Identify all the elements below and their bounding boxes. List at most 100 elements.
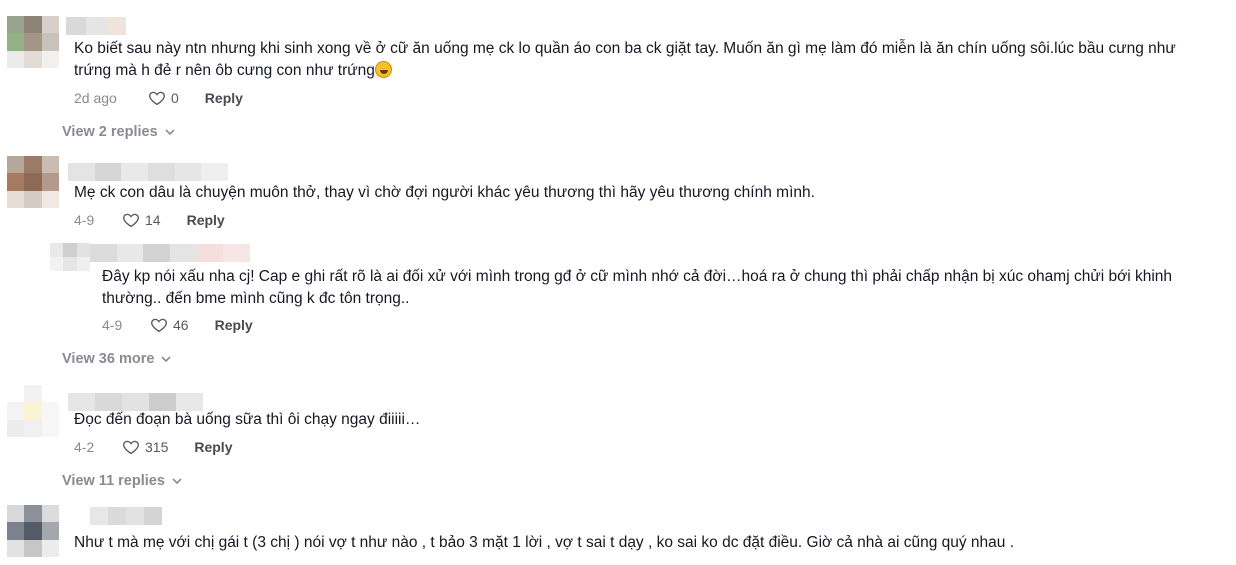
avatar-pixel [41,539,59,557]
username-pixel [148,163,175,181]
username-pixel [108,507,126,525]
avatar-pixel [7,522,25,540]
reply-button[interactable]: Reply [205,90,243,106]
heart-icon [123,440,139,455]
avatar-pixel [24,190,42,208]
like-count: 0 [171,90,179,106]
avatar-pixel [24,385,42,403]
view-replies-button[interactable]: View 11 replies [62,473,183,489]
heart-icon [149,91,165,106]
comment-meta: 2d ago 0 Reply [74,88,243,108]
chevron-down-icon [172,478,182,485]
username-blurred[interactable] [66,17,126,35]
username-pixel [86,17,106,35]
chevron-down-icon [165,129,175,136]
comment-text: Ko biết sau này ntn nhưng khi sinh xong … [74,40,1176,79]
avatar-pixel [24,173,42,191]
username-pixel [144,507,162,525]
avatar-pixel [41,16,59,34]
avatar-pixel [41,402,59,420]
username-pixel [223,244,251,262]
comment-meta: 4-2 315 Reply [74,437,232,457]
avatar[interactable] [50,243,90,271]
username-pixel [116,244,144,262]
avatar-pixel [76,243,90,257]
username-pixel [94,163,122,181]
avatar-pixel [24,156,42,174]
username-blurred[interactable] [68,163,229,181]
avatar-pixel [50,243,64,257]
avatar-pixel [7,33,25,51]
username-blurred[interactable] [90,507,162,525]
username-pixel [66,17,86,35]
avatar-pixel [7,190,25,208]
avatar-pixel [7,16,25,34]
username-pixel [90,507,108,525]
like-button[interactable]: 0 [148,89,179,107]
avatar-pixel [24,505,42,523]
view-replies-label: View 36 more [62,351,155,367]
username-pixel [90,244,117,262]
avatar-pixel [24,16,42,34]
avatar-pixel [7,505,25,523]
avatar-pixel [63,257,77,271]
avatar-pixel [24,539,42,557]
reply-button[interactable]: Reply [215,317,253,333]
like-button[interactable]: 315 [122,438,168,456]
username-pixel [68,163,95,181]
view-more-replies-button[interactable]: View 36 more [62,351,172,367]
view-replies-button[interactable]: View 2 replies [62,124,176,140]
heart-icon [151,318,167,333]
like-button[interactable]: 14 [122,211,161,229]
avatar-pixel [24,522,42,540]
avatar-pixel [41,33,59,51]
avatar-pixel [41,190,59,208]
avatar[interactable] [7,16,59,68]
reply-button[interactable]: Reply [187,212,225,228]
username-pixel [201,163,229,181]
avatar-pixel [41,50,59,68]
reply-button[interactable]: Reply [194,439,232,455]
avatar-pixel [76,257,90,271]
avatar-pixel [41,419,59,437]
username-blurred[interactable] [90,244,251,262]
avatar-pixel [24,33,42,51]
avatar-pixel [7,156,25,174]
avatar-pixel [63,243,77,257]
avatar-pixel [7,539,25,557]
username-pixel [121,163,149,181]
comment-text: Đây kp nói xấu nha cj! Cap e ghi rất rõ … [102,268,1173,307]
avatar-pixel [24,50,42,68]
avatar-pixel [7,402,25,420]
comment-date: 4-9 [102,317,123,333]
view-replies-label: View 11 replies [62,473,165,489]
like-button[interactable]: 46 [150,316,189,334]
comment-date: 4-9 [74,212,95,228]
heart-icon [123,213,139,228]
avatar-pixel [41,522,59,540]
chevron-down-icon [161,356,172,363]
avatar-pixel [24,419,42,437]
like-count: 46 [173,317,189,333]
avatar-pixel [41,385,59,403]
comment-text: Mẹ ck con dâu là chuyện muôn thở, thay v… [74,184,815,201]
username-pixel [196,244,224,262]
username-pixel [126,507,144,525]
avatar[interactable] [7,505,59,557]
view-replies-label: View 2 replies [62,124,158,140]
comment-date: 2d ago [74,90,117,106]
avatar-pixel [7,419,25,437]
avatar[interactable] [7,385,59,437]
like-count: 14 [145,212,161,228]
avatar-pixel [7,173,25,191]
comment-meta: 4-9 46 Reply [102,315,253,335]
username-pixel [143,244,171,262]
avatar-pixel [7,50,25,68]
avatar-pixel [7,385,25,403]
comment-meta: 4-9 14 Reply [74,210,225,230]
comment-text: Đọc đến đoạn bà uống sữa thì ôi chạy nga… [74,411,421,428]
avatar[interactable] [7,156,59,208]
avatar-pixel [24,402,42,420]
username-pixel [170,244,197,262]
avatar-pixel [41,156,59,174]
